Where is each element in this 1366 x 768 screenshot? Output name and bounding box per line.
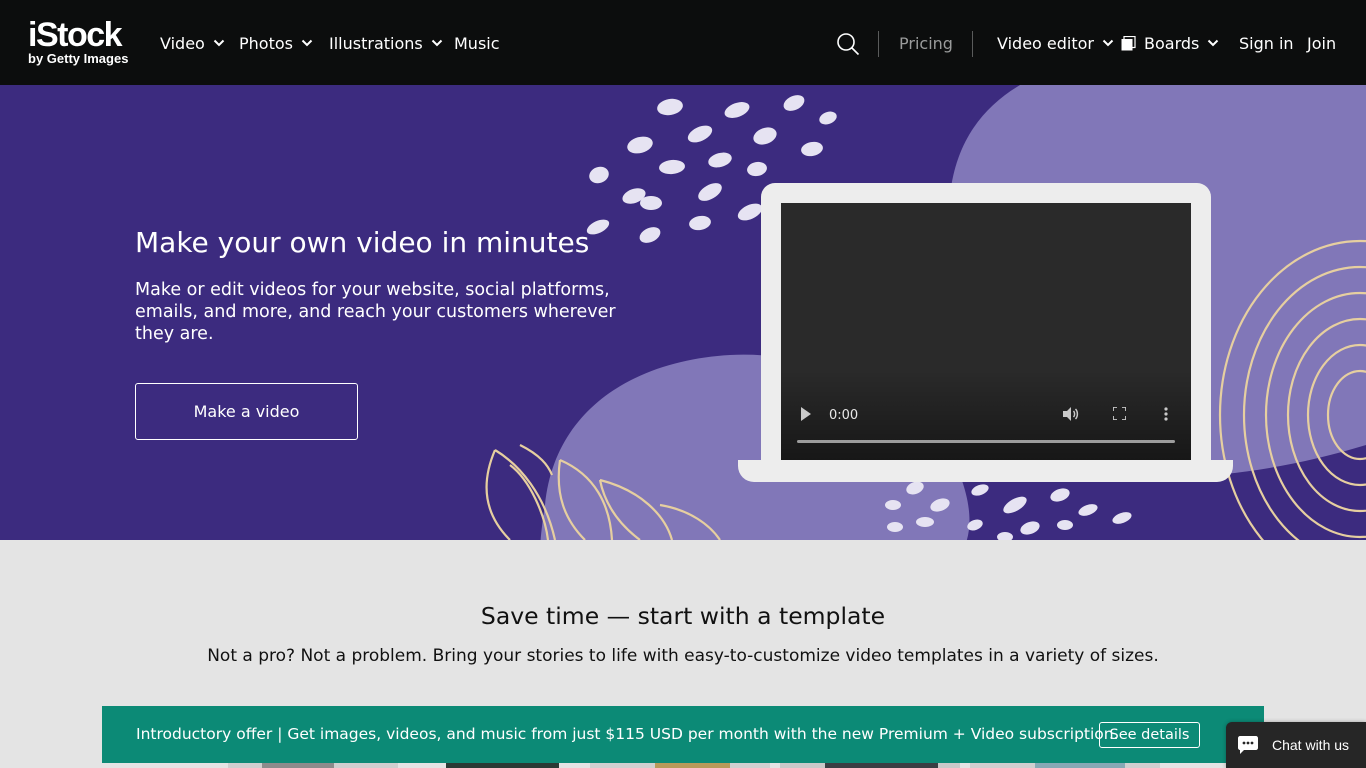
nav-divider: [972, 31, 973, 57]
top-navigation: iStock by Getty Images Video Photos Illu…: [0, 0, 1366, 85]
logo-wordmark: iStock: [28, 16, 123, 54]
chevron-down-icon: [1208, 39, 1219, 47]
nav-divider: [878, 31, 879, 57]
nav-illustrations-label: Illustrations: [329, 33, 423, 53]
logo-tagline: by Getty Images: [28, 51, 129, 66]
volume-icon[interactable]: [1063, 407, 1079, 421]
search-button[interactable]: [836, 32, 860, 56]
hero-subtitle: Make or edit videos for your website, so…: [135, 280, 616, 344]
nav-illustrations[interactable]: Illustrations: [329, 31, 443, 55]
see-details-button[interactable]: See details: [1099, 722, 1200, 748]
templates-subtitle: Not a pro? Not a problem. Bring your sto…: [207, 646, 1159, 666]
hero-banner: Make your own video in minutes Make or e…: [0, 85, 1366, 540]
nav-video[interactable]: Video: [160, 31, 225, 55]
sign-in-label: Sign in: [1239, 33, 1294, 53]
nav-boards-label: Boards: [1144, 33, 1200, 53]
video-progress-track[interactable]: [797, 440, 1175, 443]
video-player[interactable]: 0:00: [781, 203, 1191, 460]
laptop-base: [738, 460, 1233, 482]
promo-banner: Introductory offer | Get images, videos,…: [102, 706, 1264, 763]
istock-logo[interactable]: iStock by Getty Images: [28, 18, 128, 66]
chat-label: Chat with us: [1272, 737, 1350, 753]
hero-title: Make your own video in minutes: [135, 226, 590, 259]
nav-video-label: Video: [160, 33, 205, 53]
fullscreen-icon[interactable]: [1113, 407, 1126, 420]
sign-in-link[interactable]: Sign in: [1239, 31, 1294, 55]
chat-bubble-icon: [1238, 736, 1258, 754]
more-options-icon[interactable]: [1164, 407, 1168, 421]
play-icon[interactable]: [801, 407, 811, 421]
chevron-down-icon: [301, 39, 313, 47]
nav-video-editor[interactable]: Video editor: [997, 31, 1114, 55]
promo-text: Introductory offer | Get images, videos,…: [136, 725, 1119, 743]
make-a-video-button[interactable]: Make a video: [135, 383, 358, 440]
join-label: Join: [1307, 33, 1337, 53]
chevron-down-icon: [431, 39, 442, 47]
nav-video-editor-label: Video editor: [997, 33, 1094, 53]
nav-photos[interactable]: Photos: [239, 31, 313, 55]
search-icon: [837, 33, 860, 56]
nav-boards[interactable]: Boards: [1121, 31, 1219, 55]
nav-music[interactable]: Music: [454, 31, 500, 55]
boards-icon: [1121, 35, 1136, 50]
nav-photos-label: Photos: [239, 33, 293, 53]
nav-pricing-label: Pricing: [899, 33, 953, 53]
chevron-down-icon: [213, 39, 225, 47]
chevron-down-icon: [1102, 39, 1114, 47]
join-link[interactable]: Join: [1307, 31, 1336, 55]
chat-widget-button[interactable]: Chat with us: [1226, 722, 1366, 768]
video-time: 0:00: [829, 408, 859, 423]
templates-title: Save time — start with a template: [480, 602, 886, 630]
nav-music-label: Music: [454, 33, 500, 53]
nav-pricing[interactable]: Pricing: [899, 31, 953, 55]
